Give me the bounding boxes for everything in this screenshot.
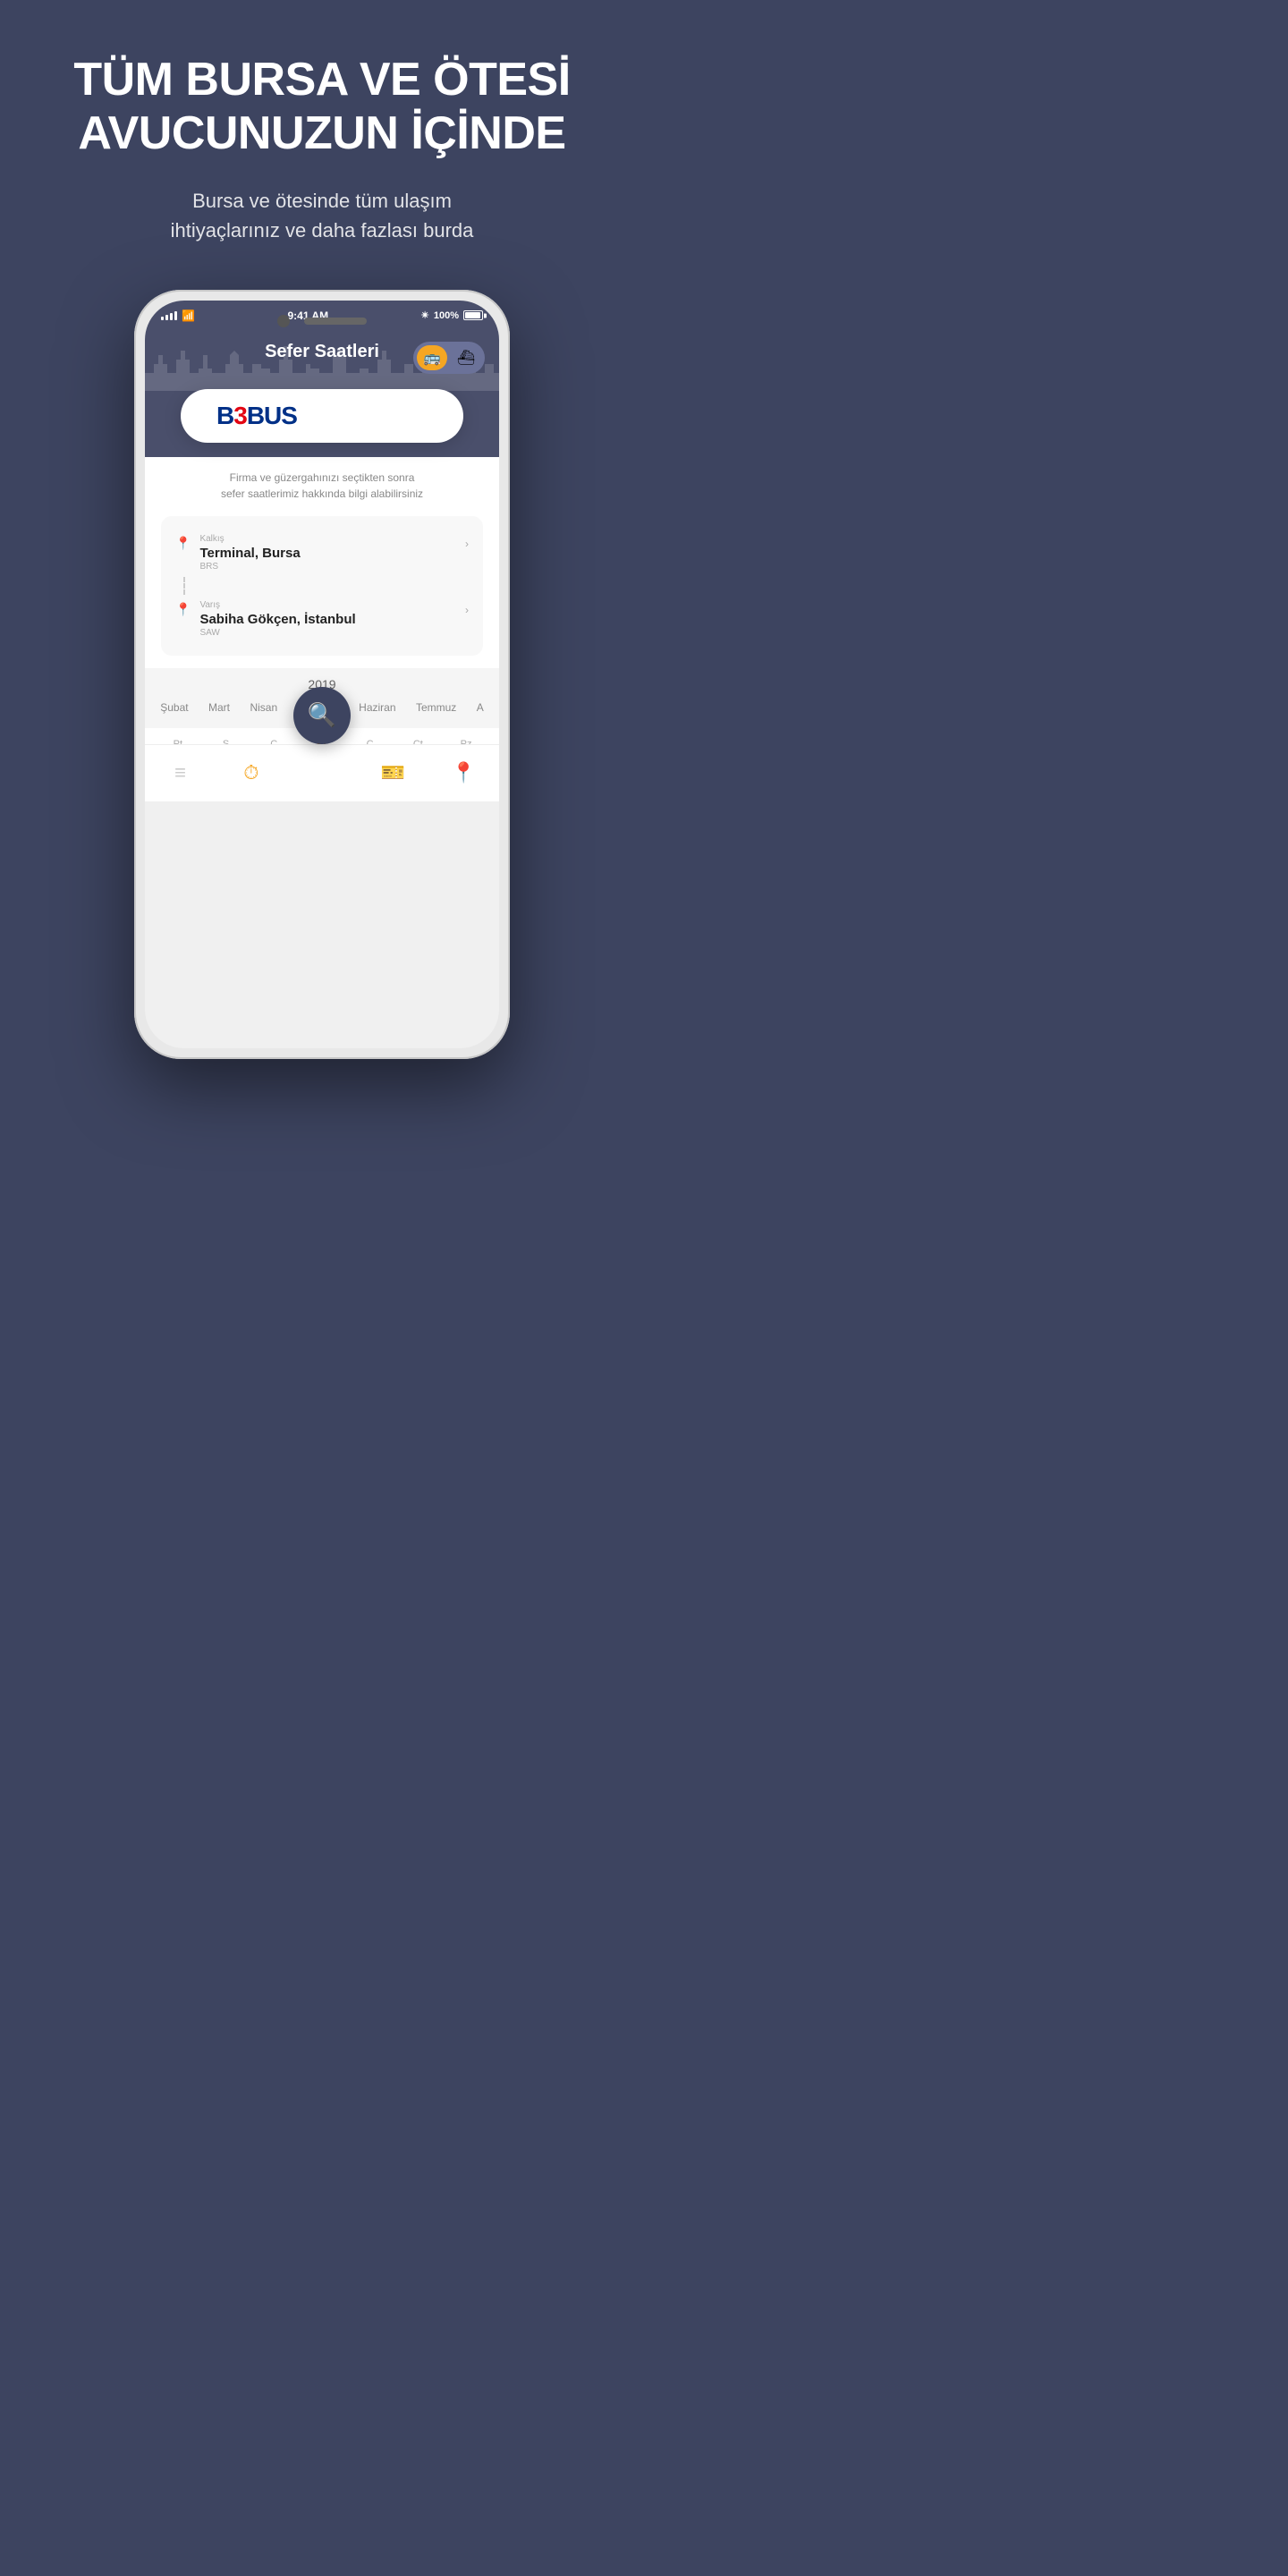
tab-tickets[interactable]: 🎫 bbox=[366, 761, 419, 784]
departure-name: Terminal, Bursa bbox=[199, 546, 456, 561]
status-right: ✴ 100% bbox=[421, 309, 483, 321]
app-header-title: Sefer Saatleri bbox=[265, 342, 379, 362]
bluetooth-icon: ✴ bbox=[421, 309, 429, 321]
bottom-tab-bar: ≡ ⏱ 🎫 📍 bbox=[145, 744, 499, 801]
instruction-line2: sefer saatlerimiz hakkında bilgi alabili… bbox=[221, 487, 423, 500]
app-content: Firma ve güzergahınızı seçtikten sonra s… bbox=[145, 457, 499, 668]
hero-subtitle: Bursa ve ötesinde tüm ulaşımihtiyaçların… bbox=[73, 186, 570, 245]
phone-camera bbox=[277, 315, 290, 327]
route-dashed-divider bbox=[183, 577, 185, 595]
tab-departures[interactable]: ⏱ bbox=[225, 761, 278, 784]
phone-top-bar bbox=[277, 315, 367, 327]
tab-map[interactable]: 📍 bbox=[436, 761, 490, 784]
logo-card[interactable]: B3BUS bbox=[181, 389, 463, 443]
arrival-row: 📍 Varış Sabiha Gökçen, İstanbul SAW › bbox=[175, 595, 469, 643]
arrival-code: SAW bbox=[199, 628, 456, 638]
month-subat[interactable]: Şubat bbox=[155, 698, 193, 717]
status-left: 📶 bbox=[161, 309, 195, 322]
signal-bar-1 bbox=[161, 317, 164, 320]
instruction-line1: Firma ve güzergahınızı seçtikten sonra bbox=[230, 471, 415, 484]
mode-toggle[interactable]: 🚌 ⛴ bbox=[413, 342, 485, 374]
departure-pin-icon: 📍 bbox=[175, 536, 191, 551]
hero-title-line2: AVUCUNUZUN İÇİNDE bbox=[78, 107, 565, 159]
hero-title: TÜM BURSA VE ÖTESİ AVUCUNUZUN İÇİNDE bbox=[73, 54, 570, 161]
map-tab-icon: 📍 bbox=[452, 761, 476, 784]
schedules-tab-icon: ≡ bbox=[174, 761, 186, 784]
departures-tab-icon: ⏱ bbox=[243, 761, 258, 784]
signal-bars bbox=[161, 311, 177, 320]
phone-shell: 📶 9:41 AM ✴ 100% bbox=[134, 290, 510, 1059]
departure-row: 📍 Kalkış Terminal, Bursa BRS › bbox=[175, 529, 469, 577]
search-fab-button[interactable]: 🔍 bbox=[293, 687, 351, 744]
logo-section: B3BUS bbox=[145, 391, 499, 457]
logo-bus-part: BUS bbox=[247, 402, 297, 429]
battery-fill bbox=[465, 312, 480, 318]
instruction-text: Firma ve güzergahınızı seçtikten sonra s… bbox=[161, 470, 483, 502]
arrival-pin-icon: 📍 bbox=[175, 602, 191, 617]
month-agustos[interactable]: A bbox=[471, 698, 489, 717]
departure-chevron-icon[interactable]: › bbox=[465, 538, 469, 550]
arrival-label: Varış bbox=[199, 600, 456, 610]
month-nisan[interactable]: Nisan bbox=[244, 698, 283, 717]
month-temmuz[interactable]: Temmuz bbox=[411, 698, 462, 717]
departure-code: BRS bbox=[199, 562, 456, 572]
signal-bar-2 bbox=[165, 315, 168, 320]
battery-label: 100% bbox=[434, 310, 459, 321]
hero-title-line1: TÜM BURSA VE ÖTESİ bbox=[73, 54, 570, 106]
arrival-name: Sabiha Gökçen, İstanbul bbox=[199, 612, 456, 627]
hero-section: TÜM BURSA VE ÖTESİ AVUCUNUZUN İÇİNDE Bur… bbox=[20, 0, 623, 272]
search-fab-icon: 🔍 bbox=[308, 701, 336, 729]
route-card[interactable]: 📍 Kalkış Terminal, Bursa BRS › bbox=[161, 516, 483, 656]
tab-schedules[interactable]: ≡ bbox=[154, 761, 208, 784]
tickets-tab-icon: 🎫 bbox=[380, 761, 404, 784]
departure-info: Kalkış Terminal, Bursa BRS bbox=[199, 534, 456, 572]
month-haziran[interactable]: Haziran bbox=[353, 698, 401, 717]
phone-mockup: 📶 9:41 AM ✴ 100% bbox=[134, 290, 510, 1059]
phone-screen: 📶 9:41 AM ✴ 100% bbox=[145, 301, 499, 1048]
signal-bar-3 bbox=[170, 313, 173, 320]
month-mart[interactable]: Mart bbox=[203, 698, 235, 717]
app-header: Sefer Saatleri 🚌 ⛴ bbox=[145, 331, 499, 391]
phone-speaker bbox=[304, 318, 367, 325]
logo-3-part: 3 bbox=[233, 402, 247, 429]
arrival-chevron-icon[interactable]: › bbox=[465, 604, 469, 616]
ferry-toggle[interactable]: ⛴ bbox=[451, 345, 481, 370]
arrival-info: Varış Sabiha Gökçen, İstanbul SAW bbox=[199, 600, 456, 638]
main-content: Firma ve güzergahınızı seçtikten sonra s… bbox=[145, 457, 499, 801]
wifi-icon: 📶 bbox=[182, 309, 195, 322]
bus-toggle[interactable]: 🚌 bbox=[417, 345, 447, 370]
logo-text: B3BUS bbox=[216, 402, 297, 429]
signal-bar-4 bbox=[174, 311, 177, 320]
logo-b-part: B bbox=[216, 402, 233, 429]
battery-icon bbox=[463, 310, 483, 320]
departure-label: Kalkış bbox=[199, 534, 456, 544]
